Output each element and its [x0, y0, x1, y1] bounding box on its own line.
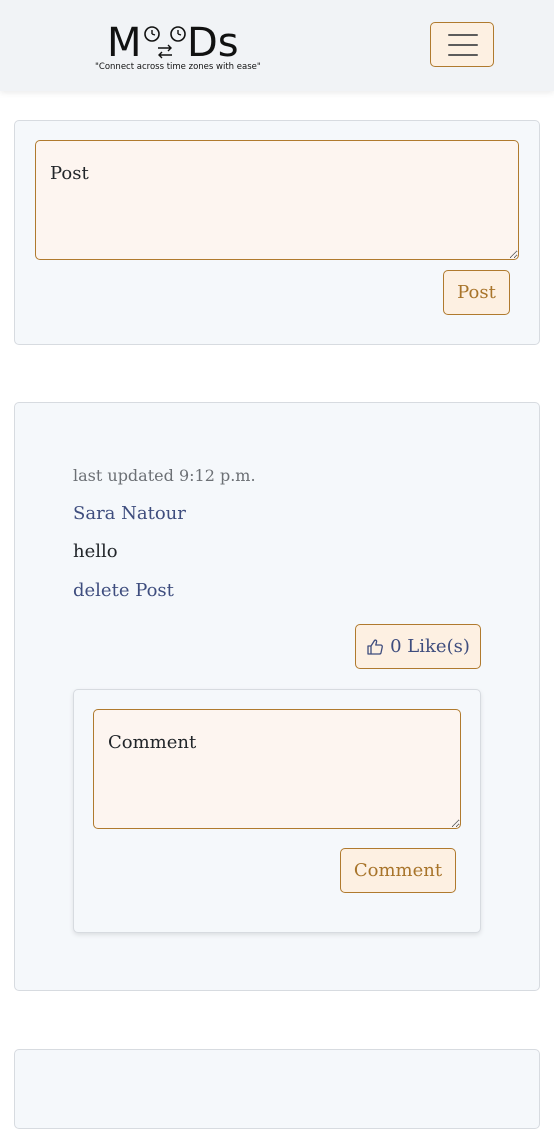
delete-post-link[interactable]: delete Post [73, 580, 174, 601]
comment-input[interactable] [93, 709, 461, 829]
post-card: last updated 9:12 p.m. Sara Natour hello… [14, 402, 540, 991]
post-author-link[interactable]: Sara Natour [73, 503, 186, 524]
hamburger-icon-bar-top [448, 34, 478, 36]
post-input[interactable] [35, 140, 519, 260]
menu-toggle-button[interactable] [430, 22, 494, 67]
navbar: M Ds "Connect across time zones with eas… [0, 0, 554, 91]
comment-submit-button[interactable]: Comment [340, 848, 456, 893]
logo-tagline: "Connect across time zones with ease" [95, 62, 261, 72]
brand-logo[interactable]: M Ds "Connect across time zones with eas… [95, 20, 261, 76]
comment-form-card: Comment [73, 689, 481, 933]
post-timestamp: last updated 9:12 p.m. [73, 466, 256, 485]
like-button[interactable]: 0 Like(s) [355, 624, 481, 669]
like-count-label: 0 Like(s) [390, 636, 470, 657]
hamburger-icon-bar-bottom [448, 54, 478, 56]
post-content: hello [73, 541, 118, 562]
post-card-next [14, 1049, 540, 1129]
post-submit-button[interactable]: Post [443, 270, 510, 315]
thumbs-up-icon [367, 638, 384, 655]
clock-swap-icon [144, 26, 186, 59]
post-composer-card: Post [14, 120, 540, 345]
logo-letters-ds: Ds [187, 20, 239, 66]
logo-letter-m: M [107, 20, 142, 66]
hamburger-icon-bar-middle [448, 44, 478, 46]
